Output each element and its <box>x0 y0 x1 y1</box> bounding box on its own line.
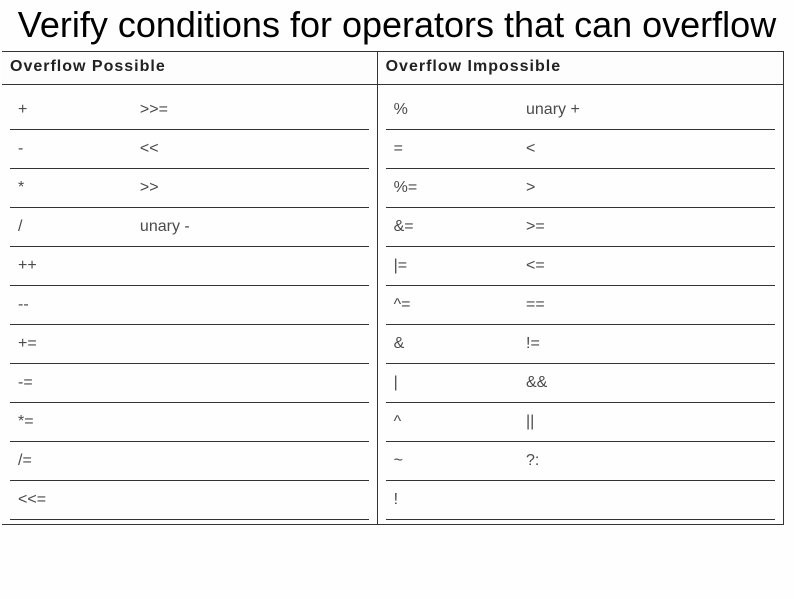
possible-col2: >>= <box>132 91 369 130</box>
impossible-col2 <box>518 481 775 520</box>
impossible-col1: ! <box>386 481 518 520</box>
impossible-col1: = <box>386 130 518 169</box>
impossible-row: &!= <box>386 325 775 364</box>
possible-row: -- <box>10 286 369 325</box>
impossible-col2: && <box>518 364 775 403</box>
possible-col1: <<= <box>10 481 132 520</box>
possible-row: += <box>10 325 369 364</box>
possible-row: -<< <box>10 130 369 169</box>
impossible-col2: > <box>518 169 775 208</box>
possible-col1: -= <box>10 364 132 403</box>
impossible-row: =< <box>386 130 775 169</box>
possible-col2: << <box>132 130 369 169</box>
possible-row: /unary - <box>10 208 369 247</box>
impossible-col1: %= <box>386 169 518 208</box>
impossible-row: ~?: <box>386 442 775 481</box>
impossible-col1: % <box>386 91 518 130</box>
operator-table: Overflow Possible Overflow Impossible +>… <box>2 51 784 525</box>
possible-col2: >> <box>132 169 369 208</box>
impossible-row: |=<= <box>386 247 775 286</box>
possible-col1: /= <box>10 442 132 481</box>
impossible-col2: <= <box>518 247 775 286</box>
possible-col2 <box>132 403 369 442</box>
impossible-col1: ~ <box>386 442 518 481</box>
possible-row: *= <box>10 403 369 442</box>
impossible-row: ! <box>386 481 775 520</box>
possible-col2 <box>132 247 369 286</box>
impossible-col2: unary + <box>518 91 775 130</box>
impossible-row: &=>= <box>386 208 775 247</box>
possible-row: *>> <box>10 169 369 208</box>
impossible-col1: &= <box>386 208 518 247</box>
possible-col1: + <box>10 91 132 130</box>
impossible-col2: || <box>518 403 775 442</box>
slide: Verify conditions for operators that can… <box>0 4 794 599</box>
possible-col2 <box>132 442 369 481</box>
impossible-col1: & <box>386 325 518 364</box>
possible-col1: * <box>10 169 132 208</box>
possible-col1: / <box>10 208 132 247</box>
impossible-col2: < <box>518 130 775 169</box>
impossible-row: ^|| <box>386 403 775 442</box>
possible-row: +>>= <box>10 91 369 130</box>
impossible-row: |&& <box>386 364 775 403</box>
possible-col2 <box>132 325 369 364</box>
possible-col2: unary - <box>132 208 369 247</box>
header-possible: Overflow Possible <box>2 52 377 85</box>
impossible-col1: | <box>386 364 518 403</box>
possible-col1: += <box>10 325 132 364</box>
possible-col1: -- <box>10 286 132 325</box>
impossible-cell: %unary +=<%=>&=>=|=<=^===&!=|&&^||~?:! <box>377 85 783 525</box>
impossible-row: %unary + <box>386 91 775 130</box>
slide-title: Verify conditions for operators that can… <box>0 4 794 45</box>
impossible-col2: >= <box>518 208 775 247</box>
impossible-col2: == <box>518 286 775 325</box>
possible-col1: ++ <box>10 247 132 286</box>
possible-cell: +>>=-<<*>>/unary -++--+=-=*=/=<<= <box>2 85 377 525</box>
possible-row: /= <box>10 442 369 481</box>
header-impossible: Overflow Impossible <box>377 52 783 85</box>
impossible-col2: ?: <box>518 442 775 481</box>
possible-col2 <box>132 286 369 325</box>
possible-row: ++ <box>10 247 369 286</box>
possible-col2 <box>132 481 369 520</box>
possible-row: -= <box>10 364 369 403</box>
impossible-col1: ^ <box>386 403 518 442</box>
possible-row: <<= <box>10 481 369 520</box>
possible-col1: *= <box>10 403 132 442</box>
impossible-col1: |= <box>386 247 518 286</box>
possible-col2 <box>132 364 369 403</box>
impossible-row: %=> <box>386 169 775 208</box>
impossible-row: ^=== <box>386 286 775 325</box>
impossible-col2: != <box>518 325 775 364</box>
possible-col1: - <box>10 130 132 169</box>
impossible-col1: ^= <box>386 286 518 325</box>
